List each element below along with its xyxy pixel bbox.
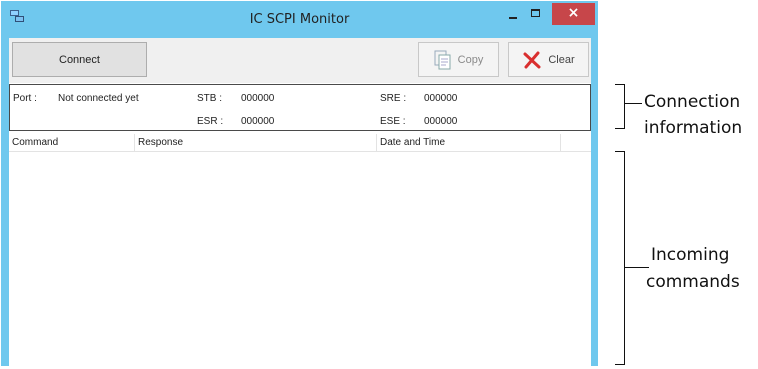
annotation-connection-line1: Connection — [644, 92, 741, 112]
stb-value: 000000 — [241, 93, 275, 104]
sre-value: 000000 — [424, 93, 458, 104]
copy-button[interactable]: Copy — [418, 42, 499, 77]
incoming-bracket-bottom — [615, 364, 624, 365]
clear-button-label: Clear — [548, 53, 575, 66]
esr-value: 000000 — [241, 116, 275, 127]
maximize-icon — [531, 9, 540, 17]
close-icon: × — [567, 5, 580, 21]
table-header: Command Response Date and Time — [9, 134, 591, 152]
port-label: Port : — [13, 93, 37, 104]
connection-bracket-bottom — [615, 128, 624, 129]
ese-value: 000000 — [424, 116, 458, 127]
ese-label: ESE : — [380, 116, 406, 127]
command-list[interactable] — [9, 152, 591, 366]
client-area: Connect Copy Clear Port: Not connected … — [9, 38, 591, 366]
minimize-icon — [509, 17, 517, 19]
copy-button-label: Copy — [457, 53, 484, 66]
clear-button[interactable]: Clear — [508, 42, 589, 77]
annotation-connection-line2: information — [644, 118, 743, 138]
incoming-bracket-top — [615, 151, 624, 152]
toolbar: Connect Copy Clear — [9, 38, 591, 83]
connect-button[interactable]: Connect — [12, 42, 147, 77]
connection-pointer — [624, 103, 642, 104]
connection-info-panel: Port : Not connected yet STB : 000000 SR… — [9, 84, 591, 131]
sre-label: SRE : — [380, 93, 407, 104]
minimize-button[interactable] — [501, 3, 525, 25]
close-button[interactable]: × — [552, 3, 595, 25]
annotation-incoming-line1: Incoming — [651, 245, 730, 265]
incoming-pointer — [624, 267, 649, 268]
connection-bracket-top — [615, 84, 624, 85]
column-header-response[interactable]: Response — [135, 134, 377, 151]
esr-label: ESR : — [197, 116, 224, 127]
connect-button-label: Connect — [59, 53, 100, 66]
column-header-date-time[interactable]: Date and Time — [377, 134, 561, 151]
clear-x-icon — [523, 51, 541, 68]
column-header-command[interactable]: Command — [9, 134, 135, 151]
stb-label: STB : — [197, 93, 223, 104]
app-window: IC SCPI Monitor × Connect Copy Clear Por… — [1, 1, 598, 366]
annotation-incoming-line2: commands — [646, 272, 740, 292]
column-header-filler — [561, 134, 591, 151]
port-value: Not connected yet — [58, 93, 139, 104]
incoming-bracket — [624, 151, 625, 365]
maximize-button[interactable] — [525, 3, 549, 25]
title-bar[interactable]: IC SCPI Monitor × — [1, 1, 598, 38]
connection-bracket — [624, 84, 625, 129]
copy-icon — [434, 50, 451, 69]
